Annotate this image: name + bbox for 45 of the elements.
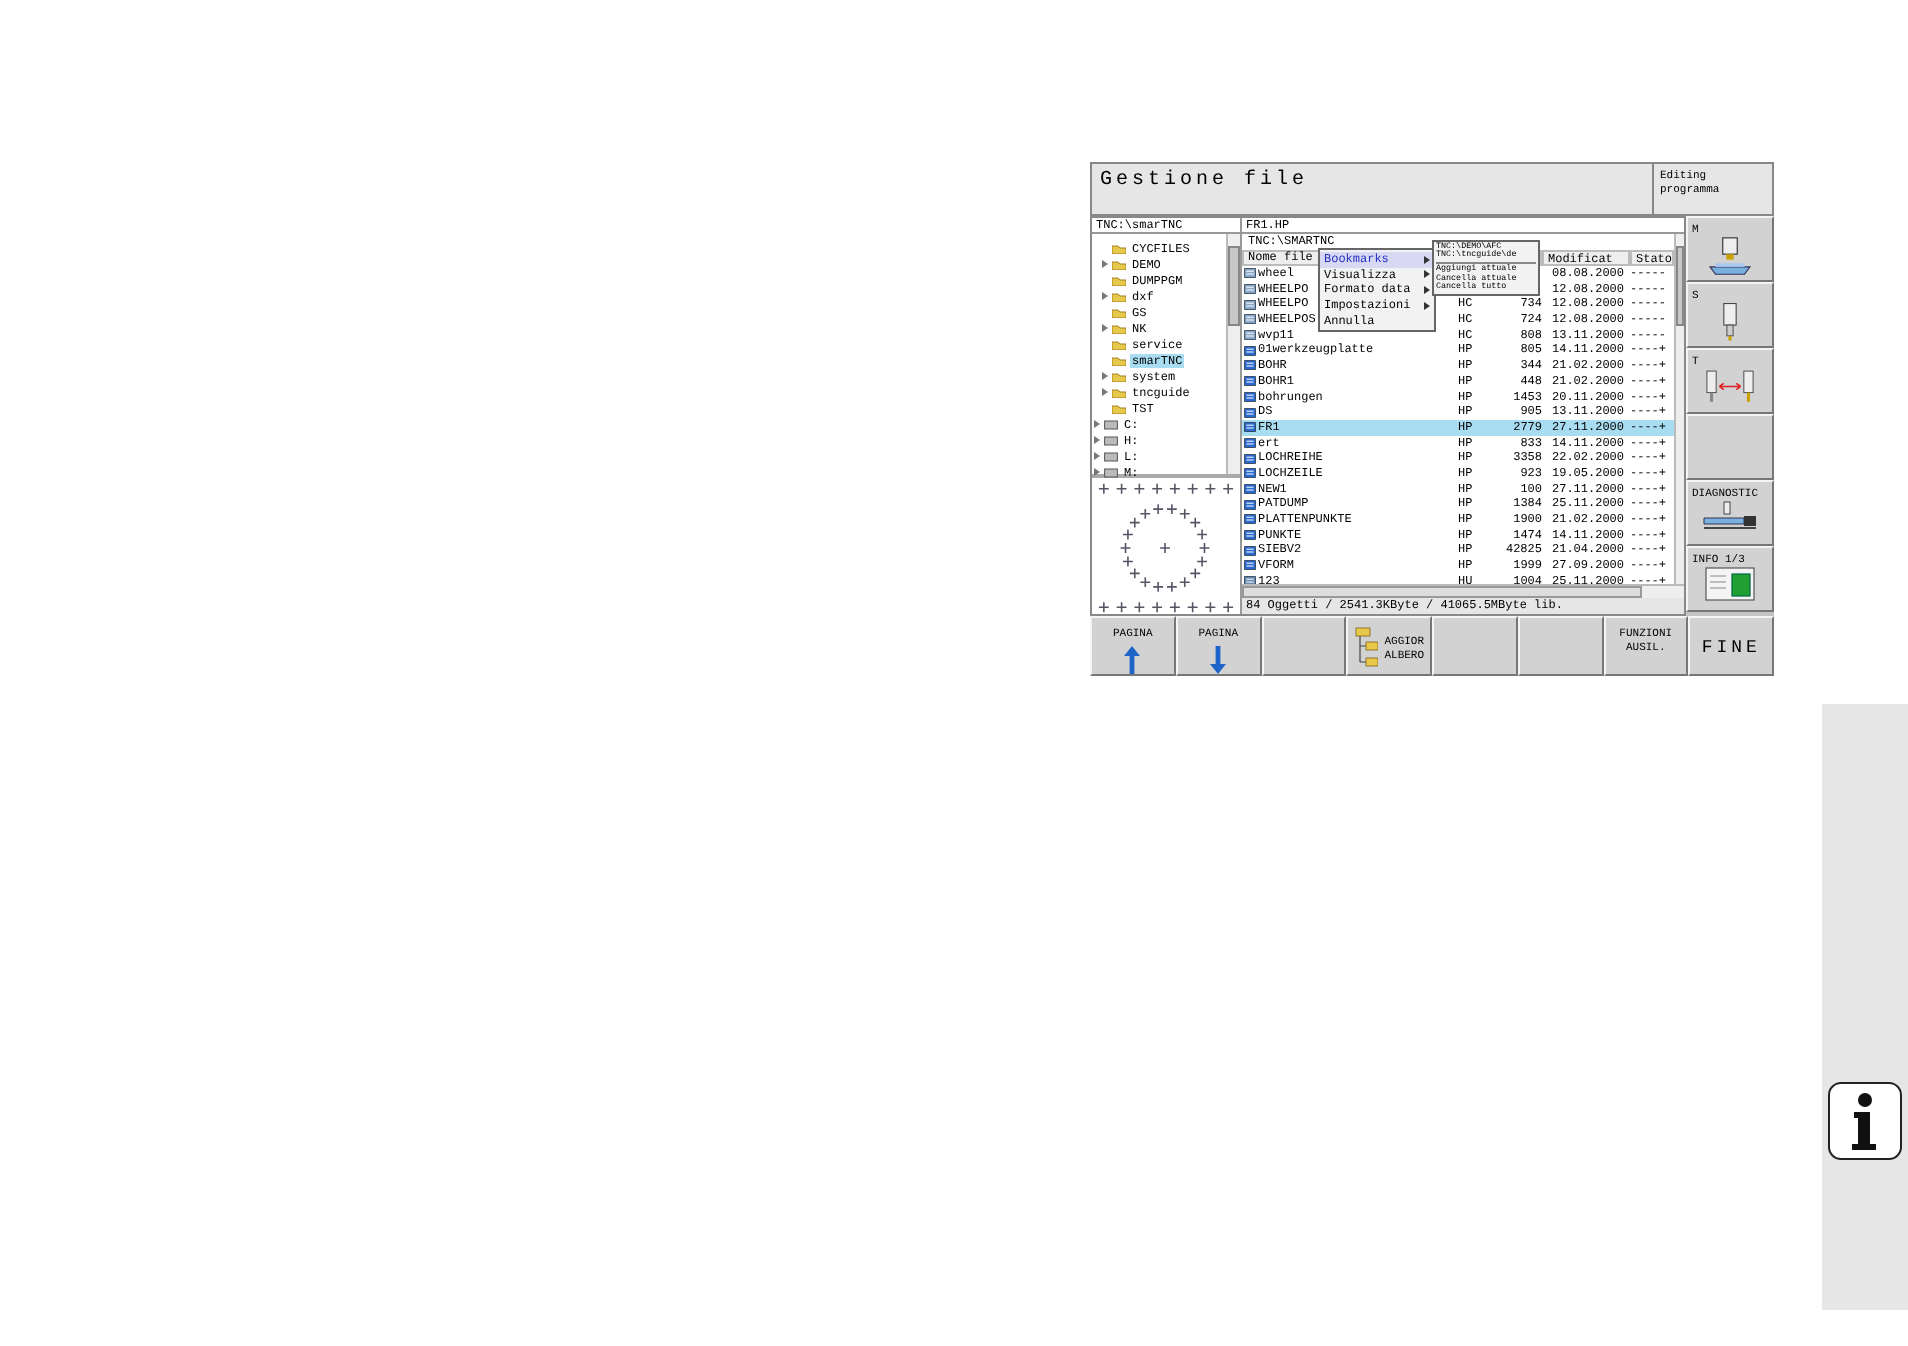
up-arrow-icon [1124,646,1141,674]
file-icon [1244,422,1256,433]
file-icon [1244,483,1256,494]
expand-arrow-icon[interactable] [1094,436,1100,444]
softkey[interactable]: FINE [1688,616,1774,676]
softkey[interactable] [1517,616,1603,676]
file-icon [1244,391,1256,402]
file-icon [1244,345,1256,356]
file-icon [1244,560,1256,571]
expand-arrow-icon[interactable] [1102,388,1108,396]
info-icon [1828,1082,1902,1160]
expand-arrow-icon[interactable] [1102,372,1108,380]
expand-arrow-icon[interactable] [1102,260,1108,268]
file-icon [1244,437,1256,448]
info-window-icon [1704,566,1756,602]
hole-pattern-drawing [1098,483,1234,613]
file-icon [1244,330,1256,341]
folder-tree-icon [1354,626,1379,670]
expand-arrow-icon[interactable] [1094,420,1100,428]
file-icon [1244,407,1256,418]
file-icon [1244,314,1256,325]
file-icon [1244,499,1256,510]
file-icon [1244,284,1256,295]
softkey[interactable] [1432,616,1518,676]
file-icon [1244,545,1256,556]
file-icon [1244,376,1256,387]
file-icon [1244,453,1256,464]
scrollbar[interactable] [1674,234,1684,584]
file-icon [1244,360,1256,371]
file-icon [1244,468,1256,479]
expand-arrow-icon[interactable] [1094,468,1100,476]
file-icon [1244,268,1256,279]
file-icon [1244,514,1256,525]
down-arrow-icon [1210,646,1227,674]
scrollbar[interactable] [1242,584,1684,598]
softkey[interactable] [1686,414,1774,480]
scrollbar[interactable] [1226,234,1240,474]
machine-icon [1700,500,1760,532]
screen-title: Gestione file [1090,162,1654,216]
softkey[interactable] [1261,616,1347,676]
expand-arrow-icon[interactable] [1102,324,1108,332]
expand-arrow-icon[interactable] [1102,292,1108,300]
file-icon [1244,530,1256,541]
file-icon [1244,299,1256,310]
expand-arrow-icon[interactable] [1094,452,1100,460]
